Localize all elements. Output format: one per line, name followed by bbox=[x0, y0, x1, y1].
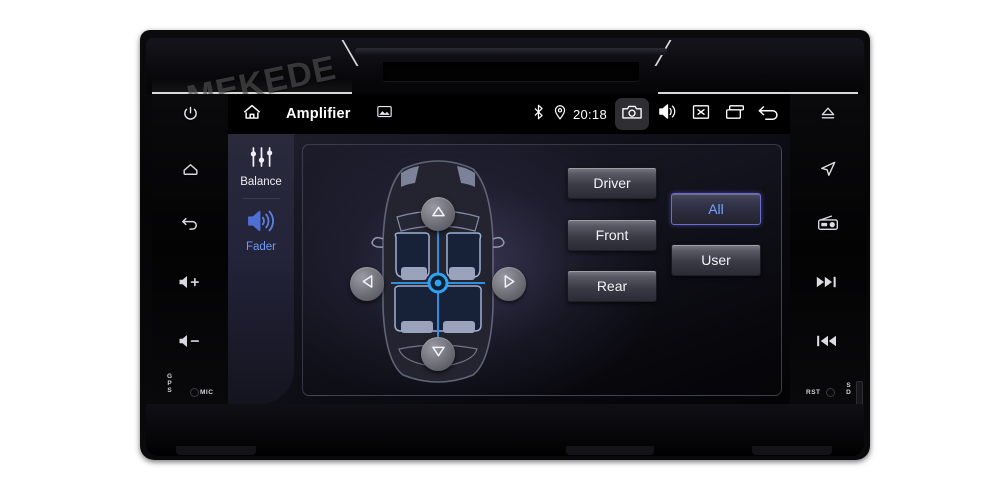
sliders-icon bbox=[248, 146, 275, 173]
sidebar-item-fader[interactable]: Fader bbox=[228, 200, 294, 262]
sidebar-divider bbox=[242, 198, 280, 199]
eject-button[interactable] bbox=[790, 98, 866, 128]
power-icon bbox=[182, 105, 199, 122]
location-pin-icon bbox=[554, 104, 566, 125]
preset-user-button[interactable]: User bbox=[671, 244, 761, 276]
volume-icon bbox=[658, 103, 677, 125]
sd-label: SD bbox=[845, 382, 852, 396]
left-button-column bbox=[152, 94, 228, 404]
close-button[interactable] bbox=[684, 94, 718, 134]
app-title: Amplifier bbox=[286, 106, 351, 122]
status-bar: Amplifier 20:18 bbox=[228, 94, 790, 134]
volume-up-button[interactable] bbox=[152, 267, 228, 297]
volume-down-icon bbox=[178, 333, 202, 349]
bluetooth-icon bbox=[533, 104, 544, 125]
back-button[interactable] bbox=[152, 207, 228, 237]
preset-rear-button[interactable]: Rear bbox=[567, 270, 657, 302]
top-bezel-left-trim bbox=[152, 58, 352, 94]
preset-all-button[interactable]: All bbox=[671, 193, 761, 225]
clock: 20:18 bbox=[572, 106, 607, 122]
image-icon bbox=[376, 105, 392, 123]
back-button-screen[interactable] bbox=[752, 94, 786, 134]
arrow-down-icon bbox=[431, 345, 446, 363]
volume-button[interactable] bbox=[650, 94, 684, 134]
balance-left-button[interactable] bbox=[350, 267, 384, 301]
screenshot-root: MEKEDE GPS MIC RST SD Amplifier 20:18 Ba… bbox=[0, 0, 1000, 500]
right-button-column bbox=[790, 94, 866, 404]
speaker-wave-icon bbox=[247, 209, 275, 238]
home-button[interactable] bbox=[152, 154, 228, 184]
navigation-button[interactable] bbox=[790, 154, 866, 184]
sidebar-item-label: Balance bbox=[240, 176, 282, 188]
volume-up-icon bbox=[178, 274, 202, 290]
reset-label: RST bbox=[806, 389, 821, 396]
touchscreen[interactable]: Amplifier 20:18 Balance Fader Driver Fro… bbox=[228, 94, 790, 404]
back-arrow-icon bbox=[180, 212, 200, 232]
amplifier-side-nav: Balance Fader bbox=[228, 134, 294, 404]
bottom-foot-right bbox=[752, 446, 832, 455]
next-track-icon bbox=[816, 275, 840, 289]
picture-button[interactable] bbox=[376, 105, 392, 123]
location-status bbox=[550, 94, 570, 134]
volume-down-button[interactable] bbox=[152, 326, 228, 356]
car-diagram[interactable] bbox=[350, 155, 526, 385]
gps-label: GPS bbox=[166, 373, 173, 394]
previous-track-icon bbox=[816, 334, 840, 348]
navigation-arrow-icon bbox=[818, 159, 838, 179]
arrow-left-icon bbox=[361, 274, 374, 294]
recents-button[interactable] bbox=[718, 94, 752, 134]
microphone-hole bbox=[190, 388, 199, 397]
back-arrow-icon bbox=[757, 103, 781, 125]
close-box-icon bbox=[692, 104, 710, 125]
next-track-button[interactable] bbox=[790, 267, 866, 297]
sidebar-item-balance[interactable]: Balance bbox=[228, 136, 294, 198]
preset-buttons: Driver Front Rear All User bbox=[567, 167, 767, 373]
fader-down-button[interactable] bbox=[421, 337, 455, 371]
fader-panel: Driver Front Rear All User bbox=[302, 144, 782, 396]
radio-button[interactable] bbox=[790, 207, 866, 237]
preset-front-button[interactable]: Front bbox=[567, 219, 657, 251]
recents-icon bbox=[725, 104, 745, 125]
cd-disc-slot[interactable] bbox=[383, 62, 639, 81]
power-button[interactable] bbox=[152, 98, 228, 128]
screenshot-camera-button[interactable] bbox=[615, 98, 649, 130]
balance-right-button[interactable] bbox=[492, 267, 526, 301]
arrow-right-icon bbox=[503, 274, 516, 294]
top-bezel-right-trim bbox=[658, 58, 858, 94]
radio-icon bbox=[817, 214, 839, 231]
mic-label: MIC bbox=[200, 389, 214, 396]
reset-hole[interactable] bbox=[826, 388, 835, 397]
bottom-foot-center bbox=[566, 446, 654, 455]
home-icon bbox=[181, 160, 200, 179]
eject-icon bbox=[818, 105, 838, 121]
home-icon bbox=[241, 101, 263, 128]
status-icons-group: 20:18 bbox=[528, 94, 790, 134]
disc-slot-surround bbox=[355, 48, 667, 55]
sd-card-slot[interactable] bbox=[856, 381, 863, 405]
arrow-up-icon bbox=[431, 205, 446, 223]
bluetooth-status bbox=[528, 94, 550, 134]
amplifier-app: Balance Fader Driver Front Rear All User bbox=[228, 134, 790, 404]
sidebar-item-label: Fader bbox=[245, 241, 277, 253]
status-home-button[interactable] bbox=[228, 101, 276, 128]
preset-driver-button[interactable]: Driver bbox=[567, 167, 657, 199]
camera-icon bbox=[622, 104, 642, 125]
fader-up-button[interactable] bbox=[421, 197, 455, 231]
bottom-foot-left bbox=[176, 446, 256, 455]
previous-track-button[interactable] bbox=[790, 326, 866, 356]
